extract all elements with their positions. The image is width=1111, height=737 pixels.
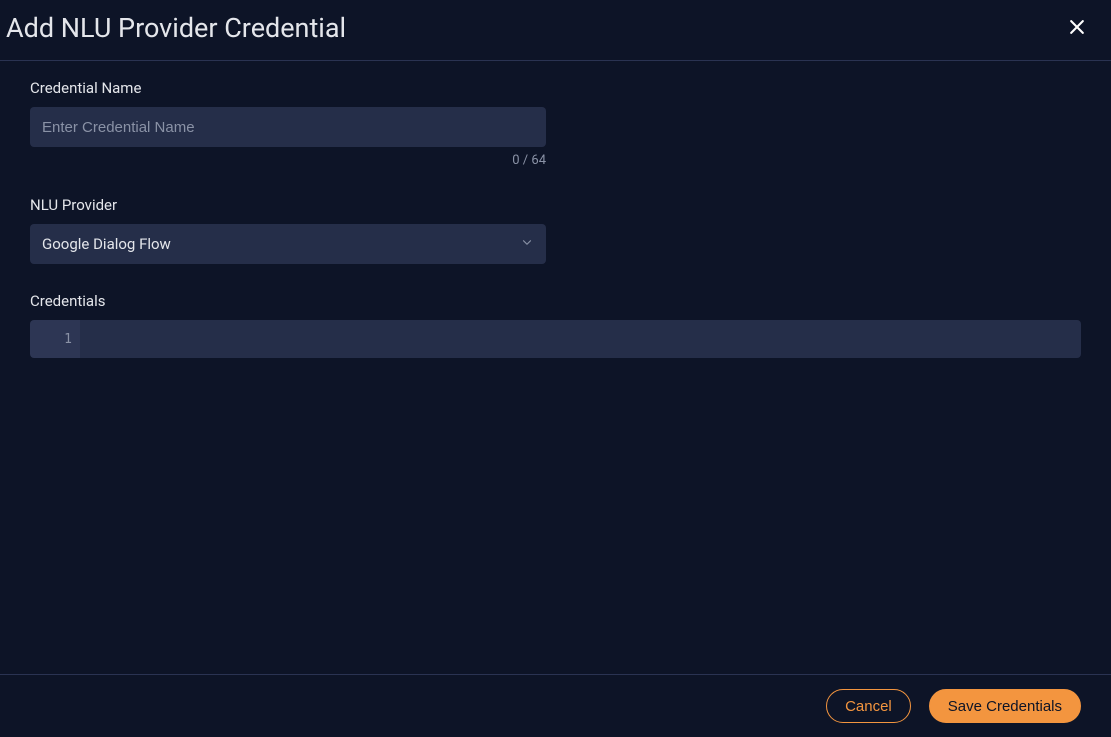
credential-name-label: Credential Name [30, 79, 1081, 97]
modal-body: Credential Name 0 / 64 NLU Provider Goog… [0, 61, 1111, 674]
credentials-editor: 1 [30, 320, 1081, 358]
modal-title: Add NLU Provider Credential [6, 12, 346, 44]
nlu-provider-group: NLU Provider Google Dialog Flow [30, 196, 1081, 264]
cancel-button[interactable]: Cancel [826, 689, 911, 723]
nlu-provider-select-wrapper: Google Dialog Flow [30, 224, 546, 264]
line-number-gutter: 1 [30, 320, 80, 358]
save-button[interactable]: Save Credentials [929, 689, 1081, 723]
close-button[interactable] [1063, 13, 1091, 44]
credential-name-counter: 0 / 64 [30, 153, 546, 168]
credentials-label: Credentials [30, 292, 1081, 310]
credential-name-input[interactable] [30, 107, 546, 147]
nlu-provider-select[interactable]: Google Dialog Flow [30, 224, 546, 264]
nlu-provider-selected-value: Google Dialog Flow [42, 235, 171, 253]
modal-header: Add NLU Provider Credential [0, 0, 1111, 61]
credentials-group: Credentials 1 [30, 292, 1081, 358]
credentials-input[interactable] [80, 320, 1081, 358]
nlu-provider-label: NLU Provider [30, 196, 1081, 214]
credential-name-group: Credential Name 0 / 64 [30, 79, 1081, 168]
modal-footer: Cancel Save Credentials [0, 674, 1111, 737]
close-icon [1067, 17, 1087, 40]
